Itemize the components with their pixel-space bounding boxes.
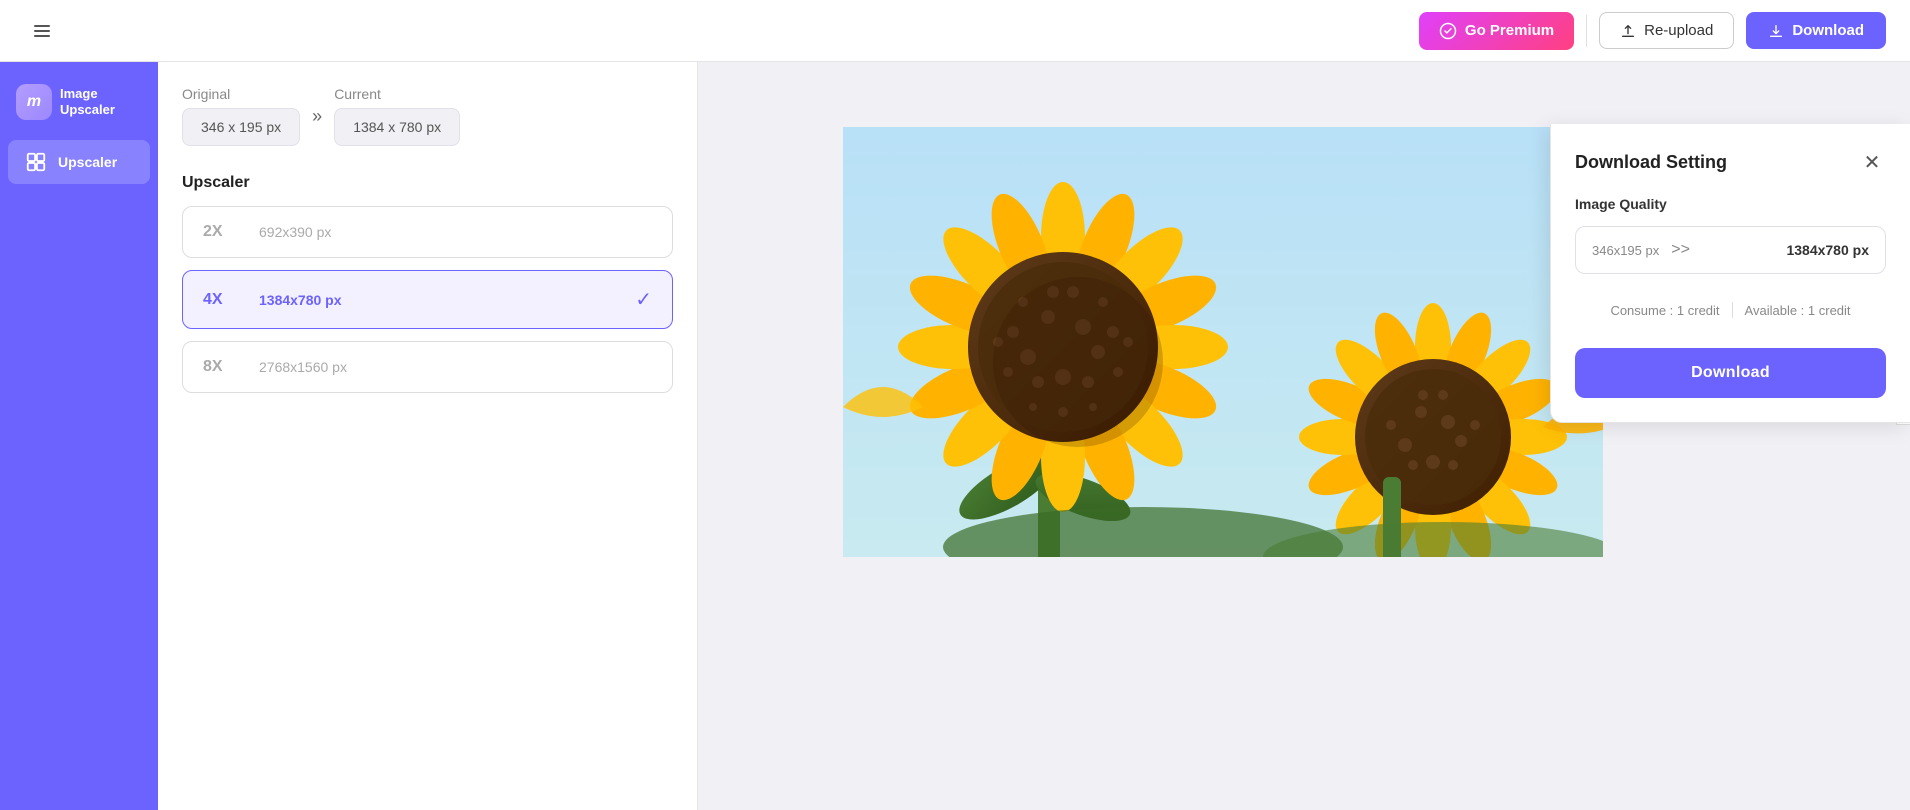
available-credits-text: Available : 1 credit (1745, 303, 1851, 318)
selected-check-icon: ✓ (635, 287, 652, 312)
dims-4x: 1384x780 px (259, 292, 342, 308)
premium-label: Go Premium (1465, 22, 1554, 39)
download-header-button[interactable]: Download (1746, 12, 1886, 49)
preview-image (843, 127, 1603, 557)
current-dims: 1384 x 780 px (334, 108, 460, 146)
panel-title: Download Setting (1575, 152, 1727, 173)
dims-8x: 2768x1560 px (259, 359, 347, 375)
app-logo-icon: m (16, 84, 52, 120)
app-header: Go Premium Re-upload Download (0, 0, 1910, 62)
app-name: Image Upscaler (60, 86, 115, 117)
settings-panel: Original 346 x 195 px » Current 1384 x 7… (158, 62, 698, 810)
credits-divider (1732, 302, 1733, 318)
dims-row: Original 346 x 195 px » Current 1384 x 7… (182, 86, 673, 146)
download-setting-panel: Download Setting ✕ Image Quality 346x195… (1550, 124, 1910, 423)
download-panel-button[interactable]: Download (1575, 348, 1886, 398)
quality-from-dims: 346x195 px (1592, 243, 1659, 258)
go-premium-button[interactable]: Go Premium (1419, 12, 1574, 50)
quality-row: 346x195 px >> 1384x780 px (1575, 226, 1886, 274)
upscale-option-2x[interactable]: 2X 692x390 px (182, 206, 673, 258)
multiplier-4x: 4X (203, 291, 239, 309)
header-divider (1586, 15, 1587, 47)
upscale-option-8x[interactable]: 8X 2768x1560 px (182, 341, 673, 393)
sidebar: m Image Upscaler Upscaler (0, 62, 158, 810)
download-panel-label: Download (1691, 364, 1770, 381)
upscaler-icon (24, 150, 48, 174)
original-dims: 346 x 195 px (182, 108, 300, 146)
dims-arrow: » (312, 106, 322, 127)
current-section: Current 1384 x 780 px (334, 86, 460, 146)
header-left (24, 13, 60, 49)
logo-area: m Image Upscaler (0, 74, 158, 130)
sidebar-item-label: Upscaler (58, 154, 117, 170)
multiplier-2x: 2X (203, 223, 239, 241)
sidebar-item-upscaler[interactable]: Upscaler (8, 140, 150, 184)
preview-area: Download Setting ✕ Image Quality 346x195… (698, 62, 1910, 810)
close-panel-button[interactable]: ✕ (1858, 148, 1886, 176)
quality-to-dims: 1384x780 px (1786, 242, 1869, 258)
upscale-option-4x[interactable]: 4X 1384x780 px ✓ (182, 270, 673, 329)
upscaler-section-title: Upscaler (182, 174, 673, 192)
download-header-label: Download (1792, 22, 1864, 39)
original-label: Original (182, 86, 300, 102)
reupload-button[interactable]: Re-upload (1599, 12, 1734, 49)
reupload-label: Re-upload (1644, 22, 1713, 39)
dims-2x: 692x390 px (259, 224, 331, 240)
quality-arrow: >> (1671, 241, 1690, 259)
original-section: Original 346 x 195 px (182, 86, 300, 146)
main-layout: m Image Upscaler Upscaler Original (0, 62, 1910, 810)
sidebar-toggle-button[interactable] (24, 13, 60, 49)
panel-header: Download Setting ✕ (1575, 148, 1886, 176)
consume-credits-text: Consume : 1 credit (1610, 303, 1719, 318)
quality-label: Image Quality (1575, 196, 1886, 212)
multiplier-8x: 8X (203, 358, 239, 376)
current-label: Current (334, 86, 460, 102)
credits-row: Consume : 1 credit Available : 1 credit (1575, 292, 1886, 328)
